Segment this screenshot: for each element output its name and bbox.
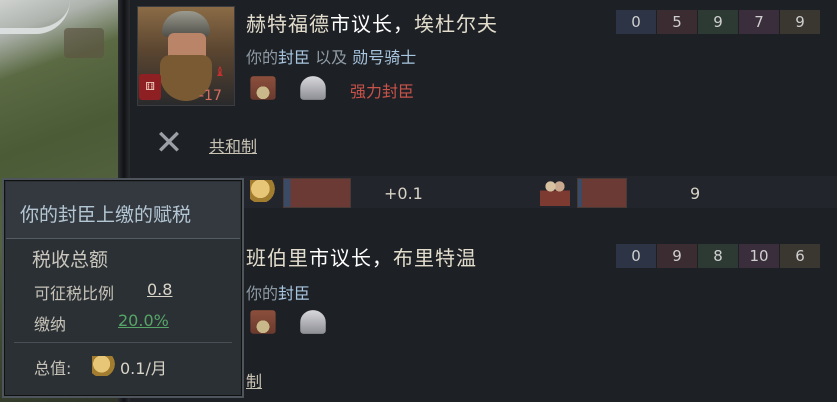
stat-diplomacy[interactable]: 0 (616, 244, 656, 268)
tax-tooltip: 你的封臣上缴的赋税 税收总额 可征税比例 0.8 缴纳 20.0% 总值: 0.… (2, 178, 244, 398)
payment-label: 缴纳 (34, 315, 67, 334)
stat-learning[interactable]: 6 (780, 244, 820, 268)
name-prefix: 班伯里 (246, 246, 309, 270)
tax-rate-label: 可征税比例 (34, 284, 115, 303)
stat-intrigue[interactable]: 10 (739, 244, 779, 268)
vassal-name[interactable]: 赫特福德市议长，埃杜尔夫 (246, 8, 498, 37)
name-person: 埃杜尔夫 (414, 12, 498, 36)
gold-coins-icon (92, 356, 116, 376)
vassal-skill-stats: 0 9 8 10 6 (616, 244, 820, 268)
tax-rate-value[interactable]: 0.8 (147, 280, 172, 299)
total-value: 0.1/月 (120, 359, 167, 378)
hostile-badge-icon[interactable]: ♝ (214, 66, 228, 80)
opinion-value[interactable]: -17 (199, 88, 222, 104)
payment-value[interactable]: 20.0% (118, 311, 169, 330)
powerful-vassal-label[interactable]: 强力封臣 (350, 78, 414, 102)
tooltip-title: 你的封臣上缴的赋税 (20, 204, 192, 226)
stat-intrigue[interactable]: 7 (739, 10, 779, 34)
stat-martial[interactable]: 5 (657, 10, 697, 34)
relation-knight-link[interactable]: 勋号骑士 (352, 48, 416, 67)
relation-you: 你的 (246, 48, 279, 67)
coat-of-arms-icon[interactable] (300, 76, 326, 100)
tax-value: +0.1 (384, 184, 423, 203)
tooltip-divider (14, 342, 232, 343)
close-icon[interactable]: ✕ (152, 126, 186, 160)
house-icon[interactable] (250, 310, 276, 334)
stat-diplomacy[interactable]: 0 (616, 10, 656, 34)
house-icon[interactable] (250, 76, 276, 100)
name-title: 市议长， (330, 12, 414, 36)
government-law-link[interactable]: 共和制 (209, 133, 257, 157)
vassal-relation: 你的封臣 以及 勋号骑士 (246, 44, 416, 68)
coat-of-arms-icon[interactable] (300, 310, 326, 334)
stat-stewardship[interactable]: 8 (698, 244, 738, 268)
relation-vassal-link[interactable]: 封臣 (278, 284, 310, 303)
name-person: 布里特温 (393, 246, 477, 270)
vassal-skill-stats: 0 5 9 7 9 (616, 10, 820, 34)
gold-coins-icon (250, 180, 276, 202)
name-title: 市议长， (309, 246, 393, 270)
stat-stewardship[interactable]: 9 (698, 10, 738, 34)
relation-and: 以及 (310, 48, 353, 67)
government-law-link[interactable]: 制 (246, 368, 262, 392)
tax-obligation-bar[interactable] (283, 178, 351, 208)
map-settlement (64, 28, 104, 58)
relation-you: 你的 (246, 284, 279, 303)
levy-soldiers-icon (540, 178, 570, 206)
stat-martial[interactable]: 9 (657, 244, 697, 268)
dice-trait-icon[interactable]: ⚅ (139, 74, 161, 100)
stat-learning[interactable]: 9 (780, 10, 820, 34)
levy-obligation-bar[interactable] (577, 178, 627, 208)
map-river (0, 0, 70, 34)
name-prefix: 赫特福德 (246, 12, 330, 36)
levy-value: 9 (690, 184, 701, 203)
vassal-name[interactable]: 班伯里市议长，布里特温 (246, 242, 477, 271)
vassal-relation: 你的封臣 (246, 280, 310, 304)
total-label: 总值: (34, 359, 72, 378)
relation-vassal-link[interactable]: 封臣 (278, 48, 310, 67)
tooltip-section-title: 税收总额 (32, 249, 109, 271)
